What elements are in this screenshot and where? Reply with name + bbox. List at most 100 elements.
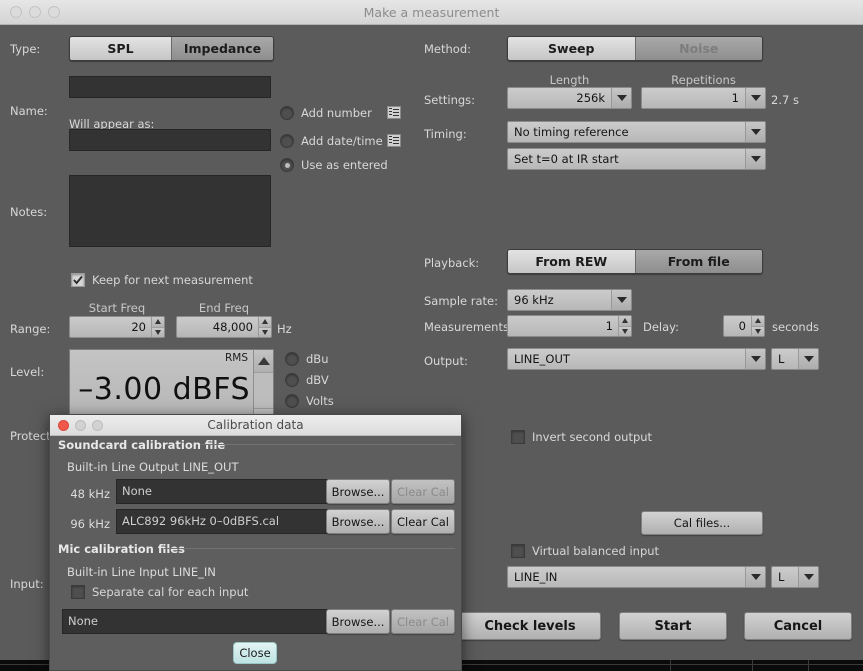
mic-browse-button[interactable]: Browse...	[326, 609, 390, 634]
chevron-down-icon[interactable]	[745, 349, 765, 369]
measurements-spinner[interactable]: 1	[507, 315, 632, 337]
mic-group-header: Mic calibration files	[58, 542, 185, 556]
radio-icon[interactable]	[285, 373, 299, 387]
level-unit-label: Volts	[306, 394, 334, 408]
start-button[interactable]: Start	[619, 612, 727, 640]
output-combo[interactable]: LINE_OUT	[507, 348, 766, 370]
cancel-button[interactable]: Cancel	[744, 612, 852, 640]
chevron-down-icon[interactable]	[745, 567, 765, 587]
timing-t0-combo[interactable]: Set t=0 at IR start	[507, 148, 766, 170]
measurements-value[interactable]: 1	[508, 316, 618, 336]
stepper-up-icon[interactable]	[752, 316, 764, 327]
chevron-down-icon[interactable]	[745, 88, 765, 108]
method-toggle-group[interactable]: Sweep Noise	[507, 36, 763, 61]
cal-file-input-48[interactable]: None	[116, 479, 335, 504]
timing-reference-combo[interactable]: No timing reference	[507, 121, 766, 143]
level-unit-volts[interactable]: Volts	[285, 394, 334, 408]
type-label: Type:	[10, 42, 41, 56]
dialog-close-button[interactable]: Close	[233, 642, 277, 664]
delay-spinner[interactable]: 0	[723, 315, 765, 337]
mic-clear-cal-button[interactable]: Clear Cal	[391, 609, 455, 634]
method-option-sweep[interactable]: Sweep	[508, 37, 636, 60]
chevron-down-icon[interactable]	[798, 349, 818, 369]
type-option-impedance[interactable]: Impedance	[172, 37, 273, 60]
level-unit-label: dBV	[306, 373, 329, 387]
scroll-up-icon[interactable]	[254, 350, 273, 372]
type-option-spl[interactable]: SPL	[70, 37, 172, 60]
measurements-stepper[interactable]	[618, 316, 631, 336]
output-channel-value: L	[778, 352, 785, 366]
playback-option-from-rew[interactable]: From REW	[508, 250, 636, 273]
chevron-down-icon[interactable]	[745, 149, 765, 169]
stepper-down-icon[interactable]	[259, 327, 271, 337]
start-freq-value[interactable]: 20	[70, 317, 151, 337]
radio-icon[interactable]	[285, 352, 299, 366]
chevron-down-icon[interactable]	[745, 122, 765, 142]
separate-cal-checkbox[interactable]: Separate cal for each input	[71, 585, 248, 599]
list-icon[interactable]	[387, 134, 401, 147]
stepper-up-icon[interactable]	[259, 317, 271, 328]
browse-button-96[interactable]: Browse...	[326, 509, 390, 534]
delay-stepper[interactable]	[751, 316, 764, 336]
chevron-down-icon[interactable]	[798, 567, 818, 587]
level-unit-dbv[interactable]: dBV	[285, 373, 329, 387]
clear-cal-button-48[interactable]: Clear Cal	[391, 479, 455, 504]
start-freq-stepper[interactable]	[151, 317, 164, 337]
name-mode-add-number[interactable]: Add number	[280, 106, 372, 120]
stepper-down-icon[interactable]	[619, 326, 631, 336]
length-combo[interactable]: 256k	[507, 87, 632, 109]
radio-icon[interactable]	[285, 394, 299, 408]
name-mode-use-as-entered[interactable]: Use as entered	[280, 158, 388, 172]
calibration-data-dialog: Calibration data Soundcard calibration f…	[49, 414, 462, 671]
checkbox-icon[interactable]	[71, 273, 85, 287]
mic-device-label: Built-in Line Input LINE_IN	[67, 565, 216, 579]
method-option-noise[interactable]: Noise	[635, 37, 762, 60]
level-unit-dbu[interactable]: dBu	[285, 352, 328, 366]
checkbox-icon[interactable]	[71, 585, 85, 599]
radio-icon[interactable]	[280, 158, 294, 172]
cal-files-button[interactable]: Cal files...	[641, 511, 763, 535]
stepper-up-icon[interactable]	[152, 317, 164, 328]
chevron-down-icon[interactable]	[611, 290, 631, 310]
measurements-label: Measurements:	[424, 320, 513, 334]
stepper-down-icon[interactable]	[752, 326, 764, 336]
invert-second-output-checkbox[interactable]: Invert second output	[511, 430, 652, 444]
virtual-balanced-input-checkbox[interactable]: Virtual balanced input	[511, 544, 659, 558]
input-combo[interactable]: LINE_IN	[507, 566, 766, 588]
stepper-up-icon[interactable]	[619, 316, 631, 327]
end-freq-stepper[interactable]	[258, 317, 271, 337]
name-mode-label: Add date/time	[301, 134, 383, 148]
type-toggle-group[interactable]: SPL Impedance	[69, 36, 274, 61]
name-input[interactable]	[69, 76, 271, 98]
checkbox-icon[interactable]	[511, 544, 525, 558]
check-levels-button[interactable]: Check levels	[459, 612, 601, 640]
mic-cal-file-input[interactable]: None	[62, 609, 335, 634]
repetitions-combo[interactable]: 1	[641, 87, 766, 109]
cal-file-input-96[interactable]: ALC892 96kHz 0–0dBFS.cal	[116, 509, 335, 534]
sample-rate-combo[interactable]: 96 kHz	[507, 289, 632, 311]
input-channel-combo[interactable]: L	[771, 566, 819, 588]
checkbox-icon[interactable]	[511, 430, 525, 444]
list-icon[interactable]	[387, 106, 401, 119]
radio-icon[interactable]	[280, 134, 294, 148]
end-freq-spinner[interactable]: 48,000	[176, 316, 272, 338]
scrollbar-thumb[interactable]	[254, 372, 273, 409]
end-freq-value[interactable]: 48,000	[177, 317, 258, 337]
start-freq-label: Start Freq	[88, 301, 146, 315]
notes-textarea[interactable]	[69, 175, 271, 247]
playback-option-from-file[interactable]: From file	[635, 250, 762, 273]
name-mode-add-datetime[interactable]: Add date/time	[280, 134, 383, 148]
radio-icon[interactable]	[280, 106, 294, 120]
output-channel-combo[interactable]: L	[771, 348, 819, 370]
browse-button-48[interactable]: Browse...	[326, 479, 390, 504]
invert-second-output-label: Invert second output	[532, 430, 653, 444]
stepper-down-icon[interactable]	[152, 327, 164, 337]
start-freq-spinner[interactable]: 20	[69, 316, 165, 338]
keep-for-next-measurement-label: Keep for next measurement	[92, 273, 253, 287]
clear-cal-button-96[interactable]: Clear Cal	[391, 509, 455, 534]
playback-toggle-group[interactable]: From REW From file	[507, 249, 763, 274]
level-unit-label: dBu	[306, 352, 329, 366]
chevron-down-icon[interactable]	[611, 88, 631, 108]
delay-value[interactable]: 0	[724, 316, 751, 336]
keep-for-next-measurement-checkbox[interactable]: Keep for next measurement	[71, 273, 253, 287]
